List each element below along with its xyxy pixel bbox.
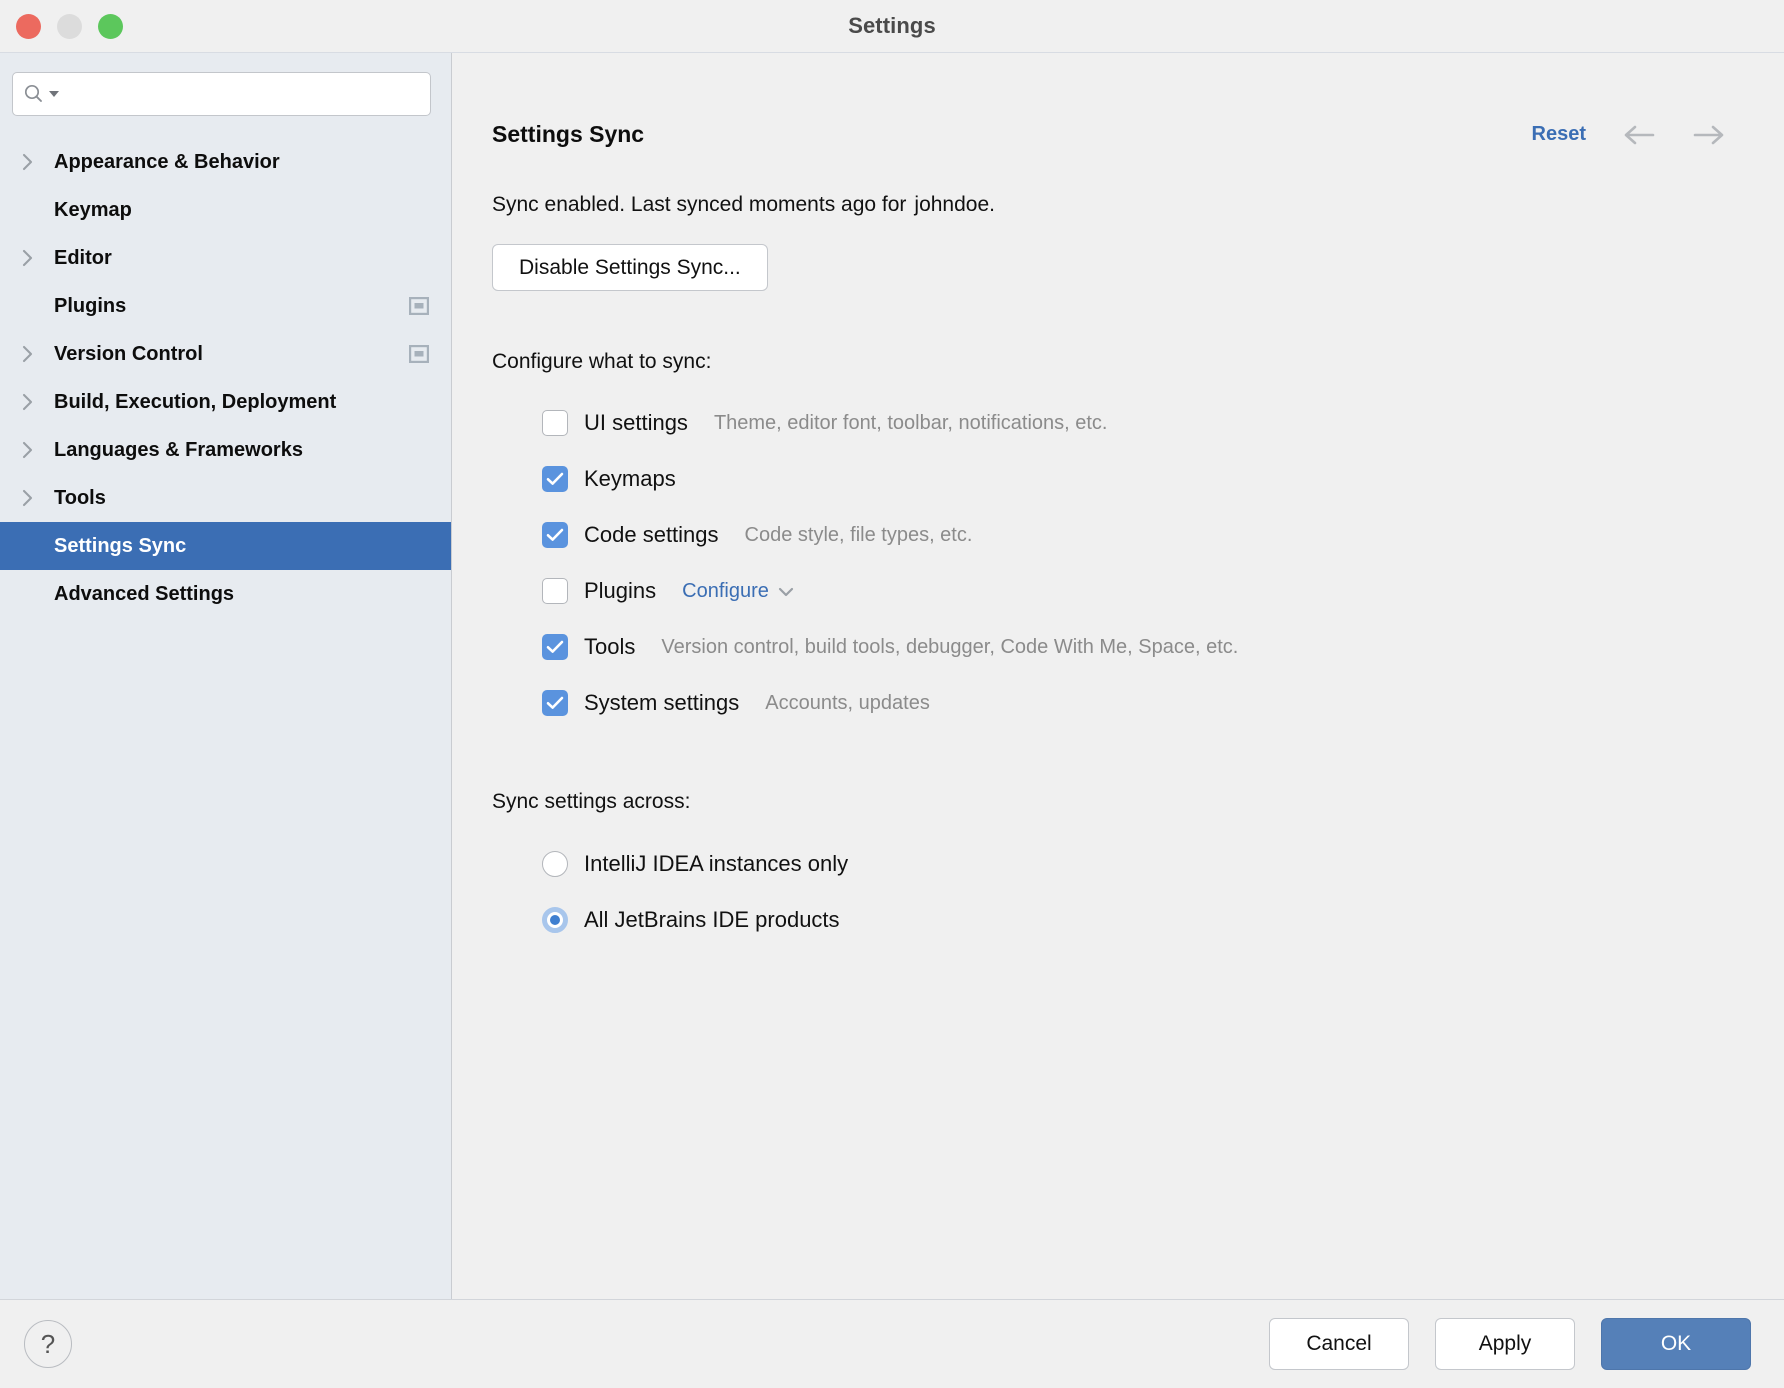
sync-option-label: Keymaps (584, 466, 676, 492)
window-title: Settings (848, 13, 936, 39)
sync-option-system-settings[interactable]: System settings Accounts, updates (542, 675, 1744, 731)
search-input[interactable] (63, 84, 420, 104)
sync-option-plugins[interactable]: Plugins Configure (542, 563, 1744, 619)
sidebar-item-label: Settings Sync (54, 535, 186, 558)
radio-selected-icon[interactable] (542, 907, 568, 933)
sync-option-tools[interactable]: Tools Version control, build tools, debu… (542, 619, 1744, 675)
sidebar-item-label: Build, Execution, Deployment (54, 391, 336, 414)
sidebar-item-settings-sync[interactable]: Settings Sync (0, 522, 451, 570)
sync-across-options: IntelliJ IDEA instances only All JetBrai… (492, 836, 1744, 948)
sync-status-user: johndoe. (914, 193, 995, 216)
sidebar-item-label: Editor (54, 247, 112, 270)
project-settings-badge-icon (409, 345, 429, 363)
radio-unselected-icon[interactable] (542, 851, 568, 877)
sidebar-item-label: Version Control (54, 343, 203, 366)
cancel-button[interactable]: Cancel (1269, 1318, 1409, 1370)
sidebar-item-label: Tools (54, 487, 106, 510)
sidebar-item-tools[interactable]: Tools (0, 474, 451, 522)
sidebar-item-keymap[interactable]: Keymap (0, 186, 451, 234)
checkbox-checked-icon[interactable] (542, 690, 568, 716)
configure-sync-label: Configure what to sync: (492, 350, 1744, 374)
radio-option-all-jetbrains[interactable]: All JetBrains IDE products (542, 892, 1744, 948)
sidebar-item-label: Languages & Frameworks (54, 439, 303, 462)
sync-option-hint: Code style, file types, etc. (745, 524, 973, 547)
sync-option-code-settings[interactable]: Code settings Code style, file types, et… (542, 507, 1744, 563)
sidebar-item-plugins[interactable]: Plugins (0, 282, 451, 330)
sync-status-text: Sync enabled. Last synced moments ago fo… (492, 193, 906, 216)
window-controls (16, 14, 123, 39)
sync-status-line: Sync enabled. Last synced moments ago fo… (492, 193, 1744, 217)
sidebar-item-languages-frameworks[interactable]: Languages & Frameworks (0, 426, 451, 474)
radio-dot (550, 915, 560, 925)
arrow-right-icon[interactable] (1692, 123, 1726, 147)
ok-button[interactable]: OK (1601, 1318, 1751, 1370)
content-header: Settings Sync Reset (492, 121, 1744, 148)
checkbox-unchecked-icon[interactable] (542, 578, 568, 604)
sync-option-keymaps[interactable]: Keymaps (542, 451, 1744, 507)
radio-option-intellij-only[interactable]: IntelliJ IDEA instances only (542, 836, 1744, 892)
search-box[interactable] (12, 72, 431, 116)
close-button[interactable] (16, 14, 41, 39)
apply-button[interactable]: Apply (1435, 1318, 1575, 1370)
sync-option-ui-settings[interactable]: UI settings Theme, editor font, toolbar,… (542, 395, 1744, 451)
sync-option-label: System settings (584, 690, 739, 716)
search-dropdown-icon[interactable] (49, 85, 59, 103)
zoom-button[interactable] (98, 14, 123, 39)
sync-option-hint: Version control, build tools, debugger, … (661, 636, 1238, 659)
chevron-right-icon[interactable] (22, 393, 54, 411)
sync-option-label: Code settings (584, 522, 719, 548)
checkbox-checked-icon[interactable] (542, 466, 568, 492)
search-icon (23, 83, 45, 105)
sidebar-item-editor[interactable]: Editor (0, 234, 451, 282)
search-container (0, 72, 451, 116)
footer-buttons: Cancel Apply OK (1269, 1318, 1751, 1370)
settings-sidebar: Appearance & Behavior Keymap Editor Plug… (0, 53, 452, 1299)
sidebar-item-appearance-behavior[interactable]: Appearance & Behavior (0, 138, 451, 186)
checkbox-checked-icon[interactable] (542, 522, 568, 548)
window-body: Appearance & Behavior Keymap Editor Plug… (0, 52, 1784, 1299)
sidebar-item-label: Appearance & Behavior (54, 151, 280, 174)
sync-option-hint: Accounts, updates (765, 692, 930, 715)
checkbox-unchecked-icon[interactable] (542, 410, 568, 436)
sidebar-item-version-control[interactable]: Version Control (0, 330, 451, 378)
chevron-right-icon[interactable] (22, 489, 54, 507)
settings-content-panel: Settings Sync Reset Sync enabled. Last s… (452, 53, 1784, 1299)
minimize-button[interactable] (57, 14, 82, 39)
sync-option-label: Tools (584, 634, 635, 660)
sync-option-hint: Theme, editor font, toolbar, notificatio… (714, 412, 1108, 435)
dialog-footer: ? Cancel Apply OK (0, 1299, 1784, 1388)
radio-option-label: IntelliJ IDEA instances only (584, 851, 848, 877)
help-button[interactable]: ? (24, 1320, 72, 1368)
arrow-left-icon[interactable] (1622, 123, 1656, 147)
sidebar-item-build-execution-deployment[interactable]: Build, Execution, Deployment (0, 378, 451, 426)
sync-options-list: UI settings Theme, editor font, toolbar,… (492, 395, 1744, 731)
sync-option-label: UI settings (584, 410, 688, 436)
plugins-configure-label: Configure (682, 580, 769, 603)
sync-across-label: Sync settings across: (492, 790, 1744, 814)
plugins-configure-link[interactable]: Configure (682, 580, 794, 603)
sidebar-item-advanced-settings[interactable]: Advanced Settings (0, 570, 451, 618)
sync-option-label: Plugins (584, 578, 656, 604)
chevron-down-icon (778, 580, 794, 603)
radio-option-label: All JetBrains IDE products (584, 907, 840, 933)
project-settings-badge-icon (409, 297, 429, 315)
reset-link[interactable]: Reset (1532, 123, 1586, 146)
chevron-right-icon[interactable] (22, 249, 54, 267)
sidebar-item-label: Keymap (54, 199, 132, 222)
checkbox-checked-icon[interactable] (542, 634, 568, 660)
chevron-right-icon[interactable] (22, 153, 54, 171)
chevron-right-icon[interactable] (22, 345, 54, 363)
title-bar: Settings (0, 0, 1784, 52)
chevron-right-icon[interactable] (22, 441, 54, 459)
page-title: Settings Sync (492, 121, 644, 148)
disable-settings-sync-button[interactable]: Disable Settings Sync... (492, 244, 768, 291)
header-actions: Reset (1532, 123, 1744, 147)
settings-tree: Appearance & Behavior Keymap Editor Plug… (0, 138, 451, 618)
sidebar-item-label: Advanced Settings (54, 583, 234, 606)
sidebar-item-label: Plugins (54, 295, 126, 318)
settings-window: Settings (0, 0, 1784, 1388)
